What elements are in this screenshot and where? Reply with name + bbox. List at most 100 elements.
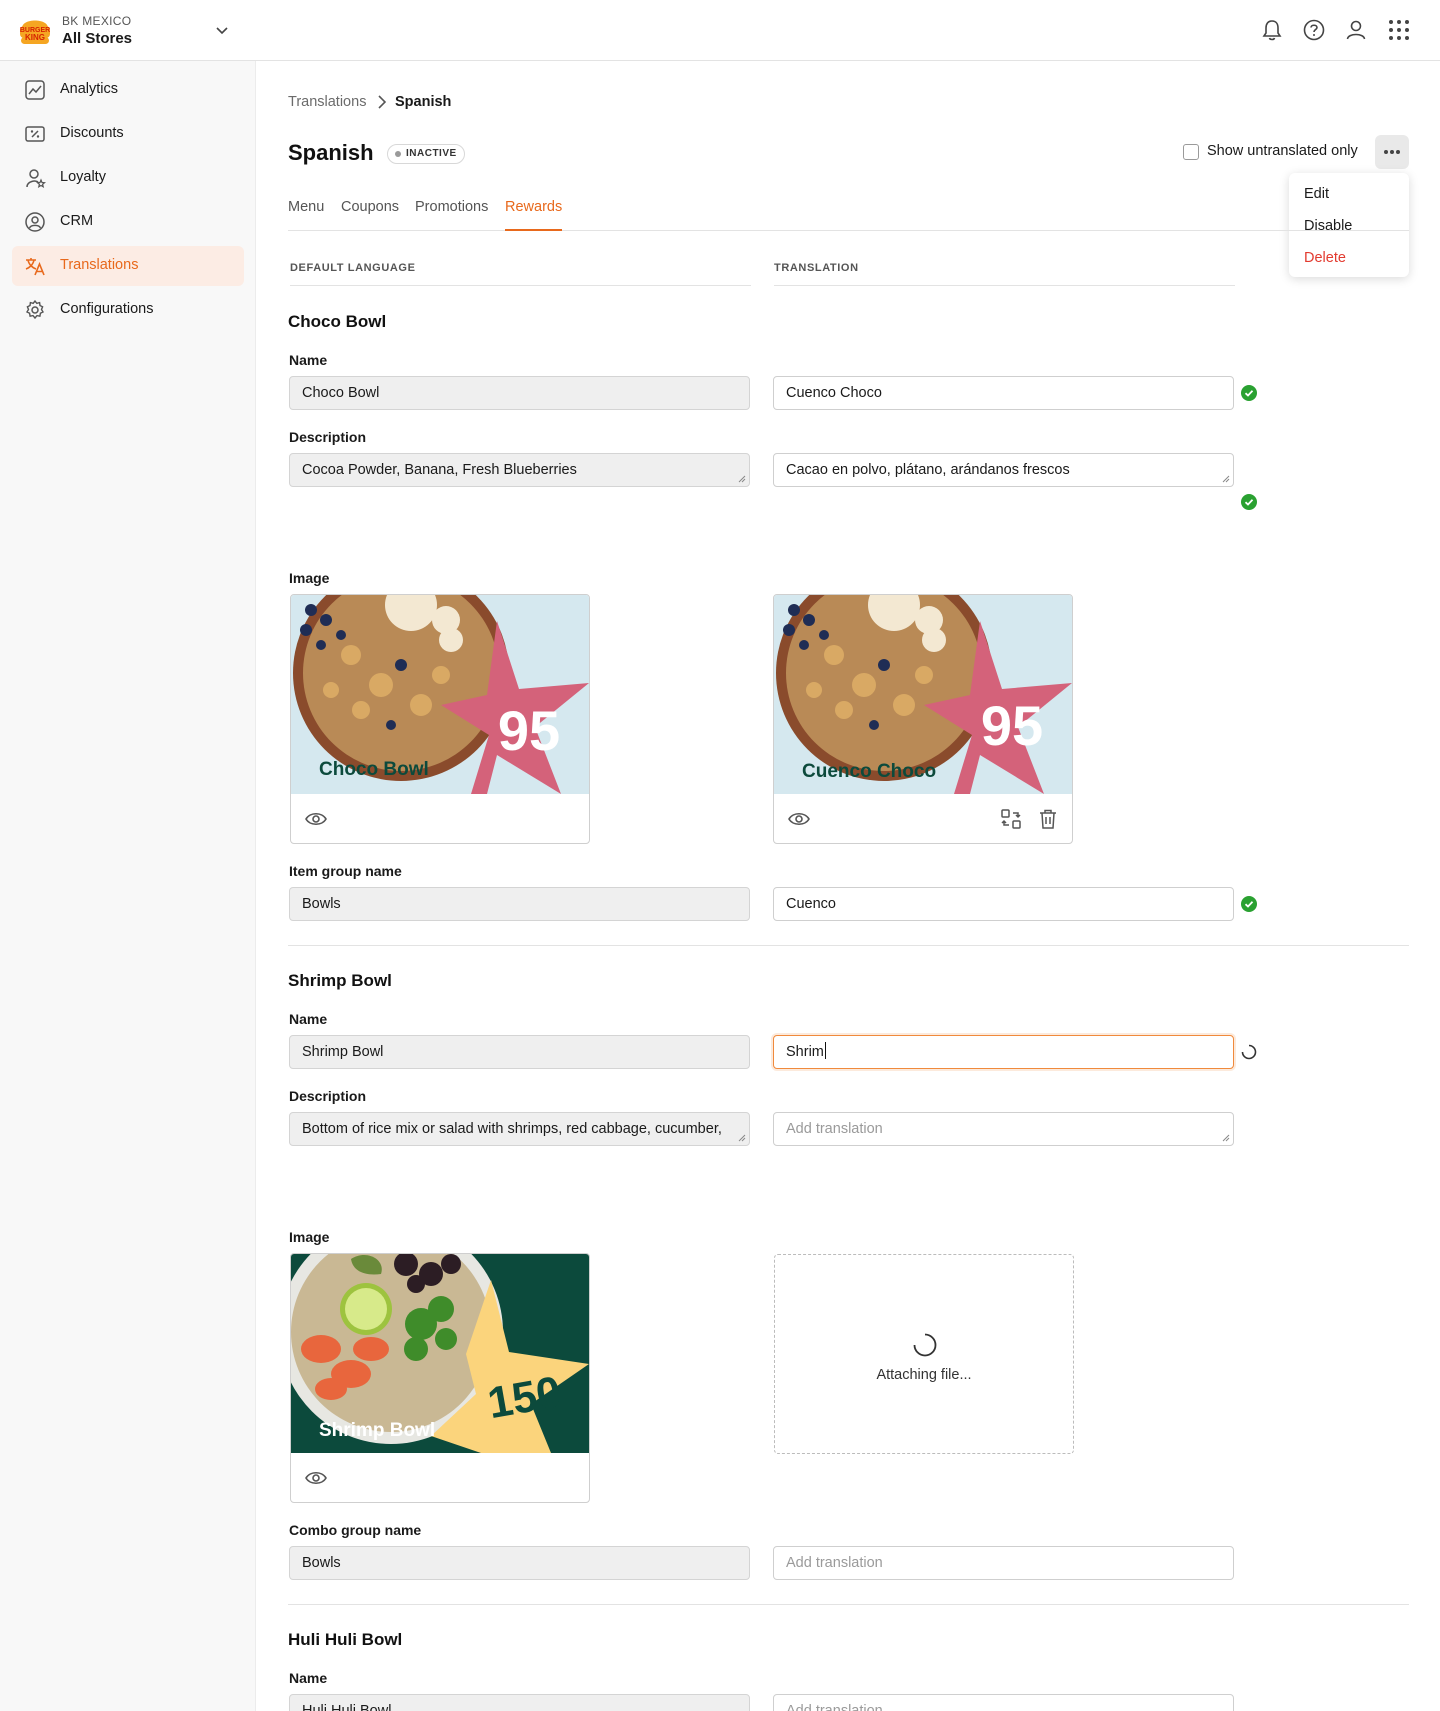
points-label: 95 <box>498 699 560 762</box>
image-caption: Choco Bowl <box>319 759 429 780</box>
default-group-field: Bowls <box>289 887 750 921</box>
page-title: Spanish <box>288 140 374 165</box>
show-untranslated-checkbox[interactable] <box>1183 144 1199 160</box>
sidebar-item-label: Configurations <box>60 301 154 317</box>
default-description-field: Bottom of rice mix or salad with shrimps… <box>289 1112 750 1146</box>
bell-icon[interactable] <box>1259 17 1285 43</box>
sidebar-item-analytics[interactable]: Analytics <box>12 70 244 110</box>
default-description-text: Cocoa Powder, Banana, Fresh Blueberries <box>302 462 577 478</box>
check-circle-icon <box>1241 385 1257 401</box>
translation-description-input[interactable]: Add translation <box>773 1112 1234 1146</box>
sidebar-item-discounts[interactable]: Discounts <box>12 114 244 154</box>
translation-name-text: Shrim <box>786 1044 824 1060</box>
eye-icon[interactable] <box>304 1466 328 1490</box>
upload-status-text: Attaching file... <box>876 1367 972 1383</box>
tab-menu[interactable]: Menu <box>288 199 324 231</box>
sidebar-item-loyalty[interactable]: Loyalty <box>12 158 244 198</box>
points-label: 95 <box>981 694 1043 757</box>
resize-handle-icon[interactable] <box>1222 475 1230 483</box>
image-caption: Shrimp Bowl <box>319 1420 435 1441</box>
field-label-name: Name <box>289 352 328 368</box>
reward-image-choco-bowl: 95 Choco Bowl <box>291 595 589 794</box>
status-badge: INACTIVE <box>387 144 465 164</box>
sidebar-item-crm[interactable]: CRM <box>12 202 244 242</box>
default-name-field: Shrimp Bowl <box>289 1035 750 1069</box>
translation-name-input[interactable]: Cuenco Choco <box>773 376 1234 410</box>
check-circle-icon <box>1241 494 1257 510</box>
eye-icon[interactable] <box>304 807 328 831</box>
section-divider <box>288 1604 1409 1605</box>
field-label-description: Description <box>289 1088 367 1104</box>
loyalty-icon <box>26 169 46 189</box>
image-caption: Cuenco Choco <box>802 761 936 782</box>
reward-title: Huli Huli Bowl <box>288 1630 403 1649</box>
sidebar-item-label: Discounts <box>60 125 124 141</box>
user-icon[interactable] <box>1343 17 1369 43</box>
tab-coupons[interactable]: Coupons <box>341 199 399 231</box>
apps-grid-icon[interactable] <box>1386 17 1412 43</box>
translation-name-input[interactable]: Shrim <box>773 1035 1234 1069</box>
section-divider <box>288 945 1409 946</box>
replace-image-icon[interactable] <box>999 807 1023 831</box>
field-label-image: Image <box>289 570 330 586</box>
default-group-field: Bowls <box>289 1546 750 1580</box>
field-label-name: Name <box>289 1670 328 1686</box>
translation-description-text: Cacao en polvo, plátano, arándanos fresc… <box>786 462 1070 478</box>
translation-group-input[interactable]: Cuenco <box>773 887 1234 921</box>
breadcrumb-translations-link[interactable]: Translations <box>288 94 366 110</box>
tab-promotions[interactable]: Promotions <box>415 199 488 231</box>
image-upload-dropzone[interactable]: Attaching file... <box>774 1254 1074 1454</box>
check-circle-icon <box>1241 896 1257 912</box>
discounts-icon <box>25 126 45 142</box>
chevron-right-icon <box>378 95 387 109</box>
field-label-name: Name <box>289 1011 328 1027</box>
gear-icon <box>25 299 45 320</box>
default-name-field: Huli Huli Bowl <box>289 1694 750 1711</box>
resize-handle-icon[interactable] <box>1222 1134 1230 1142</box>
sidebar-item-label: CRM <box>60 213 94 229</box>
sidebar: Analytics Discounts Loyalty CRM Translat… <box>0 61 256 1711</box>
store-org: BK MEXICO <box>62 14 132 28</box>
sidebar-item-translations[interactable]: Translations <box>12 246 244 286</box>
default-description-text: Bottom of rice mix or salad with shrimps… <box>302 1121 722 1137</box>
crm-icon <box>25 212 45 232</box>
more-options-button[interactable] <box>1375 135 1409 169</box>
field-label-group: Combo group name <box>289 1522 422 1538</box>
translation-image-card: 95 Cuenco Choco <box>773 594 1073 844</box>
translation-description-input[interactable]: Cacao en polvo, plátano, arándanos fresc… <box>773 453 1234 487</box>
translation-group-input[interactable]: Add translation <box>773 1546 1234 1580</box>
breadcrumb-current: Spanish <box>395 94 452 110</box>
default-image-card: 150 Shrimp Bowl <box>290 1253 590 1503</box>
sidebar-item-label: Translations <box>60 257 139 273</box>
reward-title: Choco Bowl <box>288 312 387 331</box>
saving-spinner-icon <box>1241 1044 1257 1060</box>
eye-icon[interactable] <box>787 807 811 831</box>
column-header-translation: TRANSLATION <box>774 262 1235 286</box>
resize-handle-icon <box>738 1134 746 1142</box>
translation-description-placeholder: Add translation <box>786 1121 883 1137</box>
sidebar-item-configurations[interactable]: Configurations <box>12 290 244 330</box>
column-header-default: DEFAULT LANGUAGE <box>290 262 751 286</box>
default-image-card: 95 Choco Bowl <box>290 594 590 844</box>
field-label-group: Item group name <box>289 863 402 879</box>
field-label-description: Description <box>289 429 367 445</box>
reward-image-cuenco-choco: 95 Cuenco Choco <box>774 595 1072 794</box>
tab-rewards[interactable]: Rewards <box>505 199 563 231</box>
show-untranslated-label[interactable]: Show untranslated only <box>1207 143 1358 159</box>
resize-handle-icon <box>738 475 746 483</box>
reward-title: Shrimp Bowl <box>288 971 392 990</box>
default-description-field: Cocoa Powder, Banana, Fresh Blueberries <box>289 453 750 487</box>
translation-name-input[interactable]: Add translation <box>773 1694 1234 1711</box>
sidebar-item-label: Analytics <box>60 81 119 97</box>
chevron-down-icon[interactable] <box>212 20 232 40</box>
burger-king-logo: BURGER KING <box>20 20 50 44</box>
analytics-icon <box>25 80 45 100</box>
svg-text:KING: KING <box>25 33 45 42</box>
store-selector[interactable]: All Stores <box>62 30 132 47</box>
trash-icon[interactable] <box>1036 807 1060 831</box>
translations-icon <box>25 258 45 276</box>
tab-bar: Menu Coupons Promotions Rewards <box>288 198 1409 231</box>
default-name-field: Choco Bowl <box>289 376 750 410</box>
help-icon[interactable] <box>1301 17 1327 43</box>
menu-item-delete[interactable]: Delete <box>1304 250 1346 266</box>
